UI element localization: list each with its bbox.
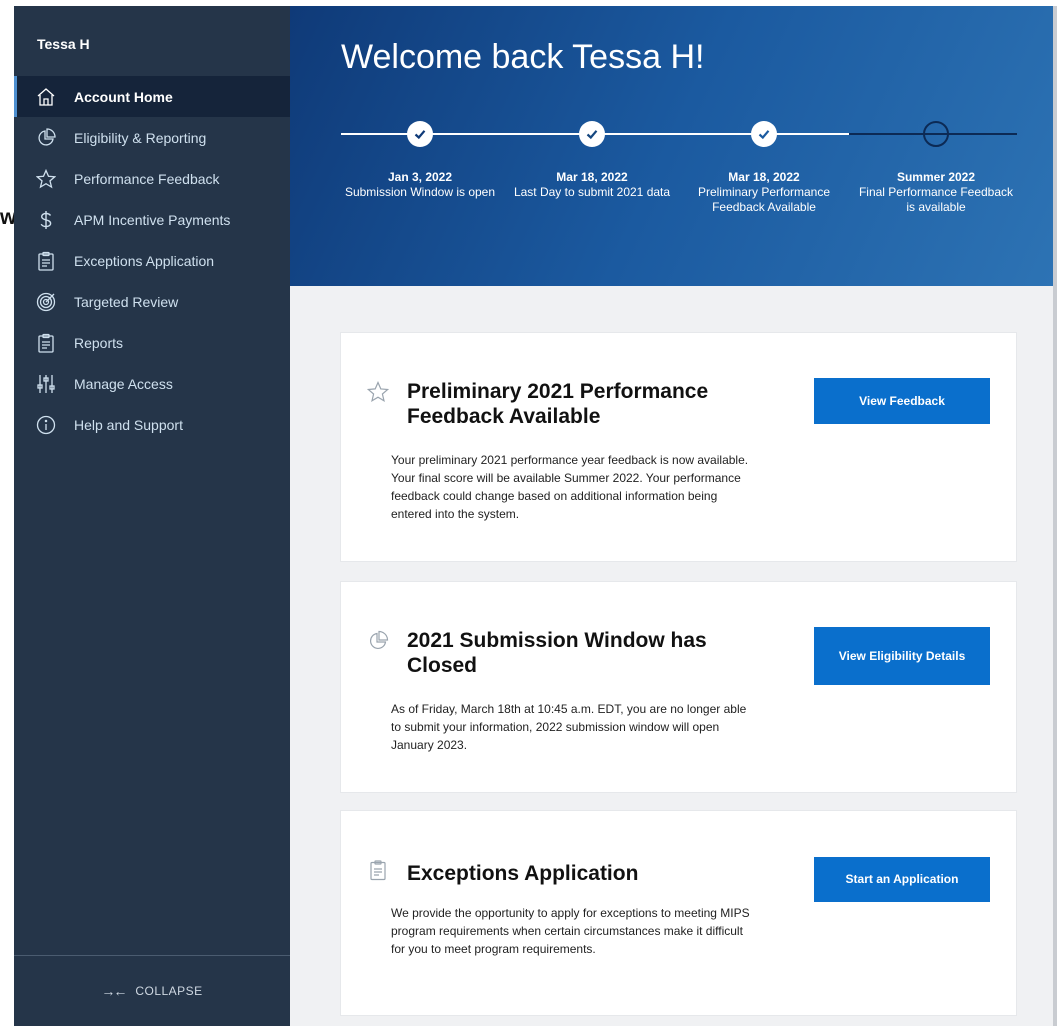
timeline-label: Mar 18, 2022 Preliminary Performance Fee…	[684, 170, 844, 215]
collapse-arrows-icon: →←	[101, 983, 127, 999]
start-application-button[interactable]: Start an Application	[814, 857, 990, 902]
main-content: Welcome back Tessa H! Jan 3, 2022 Submis…	[290, 6, 1053, 1026]
timeline-label: Jan 3, 2022 Submission Window is open	[340, 170, 500, 200]
timeline: Jan 3, 2022 Submission Window is open Ma…	[290, 6, 1053, 286]
star-icon	[366, 381, 390, 403]
collapse-button[interactable]: →← COLLAPSE	[14, 955, 290, 1026]
exceptions-card: Exceptions Application We provide the op…	[340, 810, 1017, 1016]
sidebar-item-help-and-support[interactable]: Help and Support	[14, 404, 290, 445]
feedback-card: Preliminary 2021 Performance Feedback Av…	[340, 332, 1017, 562]
sidebar-item-label: Help and Support	[74, 416, 183, 433]
checkmark-icon	[414, 130, 426, 140]
view-feedback-button[interactable]: View Feedback	[814, 378, 990, 424]
sidebar-item-reports[interactable]: Reports	[14, 322, 290, 363]
card-title: Exceptions Application	[407, 862, 639, 885]
card-body: Your preliminary 2021 performance year f…	[391, 453, 749, 521]
clipboard-icon	[367, 859, 389, 881]
sidebar-item-targeted-review[interactable]: Targeted Review	[14, 281, 290, 322]
sidebar-item-label: Account Home	[74, 88, 173, 105]
sidebar-item-eligibility-reporting[interactable]: Eligibility & Reporting	[14, 117, 290, 158]
timeline-label: Summer 2022 Final Performance Feedback i…	[856, 170, 1016, 215]
timeline-date: Summer 2022	[896, 170, 976, 184]
sidebar-item-label: Eligibility & Reporting	[74, 129, 207, 146]
timeline-step-complete	[751, 121, 777, 147]
user-name: Tessa H	[37, 36, 90, 52]
card-title: Preliminary 2021 Performance Feedback Av…	[407, 380, 709, 428]
sidebar-item-label: Performance Feedback	[74, 170, 220, 187]
timeline-desc: Last Day to submit 2021 data	[513, 185, 671, 199]
clipboard-icon	[36, 333, 56, 353]
sidebar-item-apm-incentive-payments[interactable]: APM Incentive Payments	[14, 199, 290, 240]
timeline-desc: Submission Window is open	[344, 185, 496, 199]
collapse-label: COLLAPSE	[135, 984, 203, 998]
sidebar-item-performance-feedback[interactable]: Performance Feedback	[14, 158, 290, 199]
card-title: 2021 Submission Window has Closed	[407, 629, 707, 677]
sidebar: Tessa H Account Home Eligibility & Repor…	[14, 6, 290, 1026]
sidebar-item-label: Manage Access	[74, 375, 173, 392]
welcome-banner: Welcome back Tessa H! Jan 3, 2022 Submis…	[290, 6, 1053, 286]
timeline-label: Mar 18, 2022 Last Day to submit 2021 dat…	[512, 170, 672, 200]
timeline-step-complete	[579, 121, 605, 147]
pie-chart-icon	[367, 630, 389, 652]
dollar-icon	[36, 210, 56, 230]
view-eligibility-details-button[interactable]: View Eligibility Details	[814, 627, 990, 685]
timeline-date: Mar 18, 2022	[728, 170, 800, 184]
sidebar-item-label: Reports	[74, 334, 124, 351]
card-body: We provide the opportunity to apply for …	[391, 906, 750, 956]
sidebar-item-exceptions-application[interactable]: Exceptions Application	[14, 240, 290, 281]
clipboard-icon	[36, 251, 56, 271]
sidebar-item-label: Targeted Review	[74, 293, 179, 310]
sidebar-item-account-home[interactable]: Account Home	[14, 76, 290, 117]
star-icon	[36, 168, 56, 189]
timeline-date: Jan 3, 2022	[387, 170, 453, 184]
checkmark-icon	[758, 130, 770, 140]
sidebar-item-label: Exceptions Application	[74, 252, 215, 269]
timeline-desc: Final Performance Feedback is available	[858, 185, 1014, 214]
card-body: As of Friday, March 18th at 10:45 a.m. E…	[391, 702, 747, 752]
timeline-step-complete	[407, 121, 433, 147]
submission-card: 2021 Submission Window has Closed As of …	[340, 581, 1017, 793]
checkmark-icon	[586, 130, 598, 140]
target-icon	[36, 292, 56, 312]
sidebar-nav: Account Home Eligibility & Reporting Per…	[14, 76, 290, 445]
timeline-step-pending	[923, 121, 949, 147]
info-icon	[36, 415, 56, 435]
timeline-date: Mar 18, 2022	[556, 170, 628, 184]
pie-chart-icon	[36, 127, 56, 148]
scrollbar-edge	[1053, 6, 1057, 1026]
timeline-desc: Preliminary Performance Feedback Availab…	[697, 185, 831, 214]
sliders-icon	[36, 374, 56, 394]
home-icon	[36, 87, 56, 107]
sidebar-item-manage-access[interactable]: Manage Access	[14, 363, 290, 404]
sidebar-item-label: APM Incentive Payments	[74, 211, 231, 228]
